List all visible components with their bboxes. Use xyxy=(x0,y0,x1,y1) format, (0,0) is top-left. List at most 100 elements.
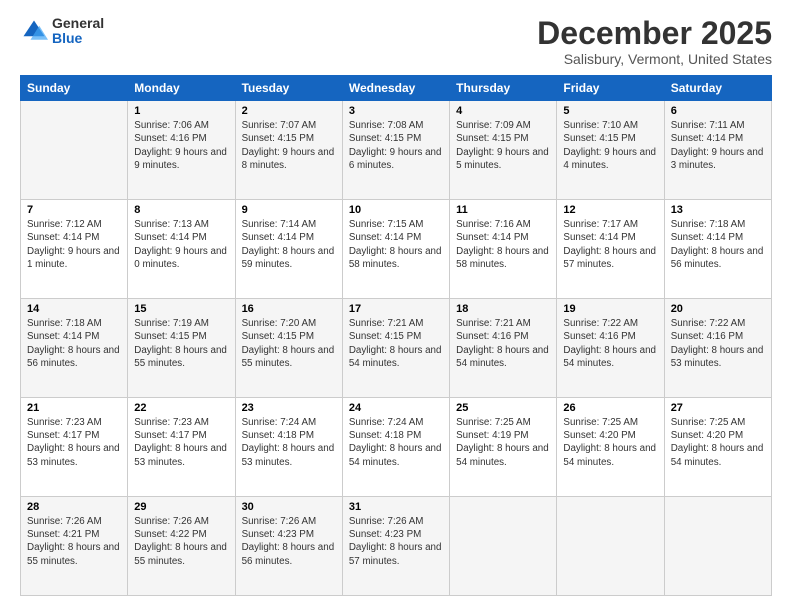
date-number: 20 xyxy=(671,303,765,315)
cell-info: Sunrise: 7:25 AMSunset: 4:20 PMDaylight:… xyxy=(563,416,657,469)
cell-info: Sunrise: 7:26 AMSunset: 4:23 PMDaylight:… xyxy=(349,515,443,568)
day-cell: 6Sunrise: 7:11 AMSunset: 4:14 PMDaylight… xyxy=(664,101,771,200)
header: General Blue December 2025 Salisbury, Ve… xyxy=(20,16,772,67)
date-number: 24 xyxy=(349,402,443,414)
day-cell: 1 Sunrise: 7:06 AMSunset: 4:16 PMDaylight… xyxy=(128,101,235,200)
week-row-4: 28 Sunrise: 7:26 AMSunset: 4:21 PMDayligh… xyxy=(21,497,772,596)
cell-info: Sunrise: 7:24 AMSunset: 4:18 PMDaylight:… xyxy=(349,416,443,469)
cell-info: Sunrise: 7:16 AMSunset: 4:14 PMDaylight:… xyxy=(456,218,550,271)
cell-info: Sunrise: 7:12 AMSunset: 4:14 PMDaylight:… xyxy=(27,218,121,271)
date-number: 23 xyxy=(242,402,336,414)
day-cell: 20 Sunrise: 7:22 AMSunset: 4:16 PMDayligh… xyxy=(664,299,771,398)
cell-info: Sunrise: 7:21 AMSunset: 4:16 PMDaylight:… xyxy=(456,317,550,370)
date-number: 27 xyxy=(671,402,765,414)
cell-info: Sunrise: 7:26 AMSunset: 4:23 PMDaylight:… xyxy=(242,515,336,568)
day-cell: 25Sunrise: 7:25 AMSunset: 4:19 PMDayligh… xyxy=(450,398,557,497)
calendar-table: Sunday Monday Tuesday Wednesday Thursday… xyxy=(20,75,772,596)
col-sunday: Sunday xyxy=(21,76,128,101)
cell-info: Sunrise: 7:07 AMSunset: 4:15 PMDaylight:… xyxy=(242,119,336,172)
date-number: 15 xyxy=(134,303,228,315)
date-number: 16 xyxy=(242,303,336,315)
date-number: 19 xyxy=(563,303,657,315)
day-cell: 18 Sunrise: 7:21 AMSunset: 4:16 PMDayligh… xyxy=(450,299,557,398)
date-number: 4 xyxy=(456,105,550,117)
date-number: 18 xyxy=(456,303,550,315)
day-cell: 22Sunrise: 7:23 AMSunset: 4:17 PMDayligh… xyxy=(128,398,235,497)
day-cell: 7 Sunrise: 7:12 AMSunset: 4:14 PMDaylight… xyxy=(21,200,128,299)
cell-info: Sunrise: 7:13 AMSunset: 4:14 PMDaylight:… xyxy=(134,218,228,271)
cell-info: Sunrise: 7:14 AMSunset: 4:14 PMDaylight:… xyxy=(242,218,336,271)
day-cell: 30 Sunrise: 7:26 AMSunset: 4:23 PMDayligh… xyxy=(235,497,342,596)
date-number: 3 xyxy=(349,105,443,117)
logo-icon xyxy=(20,17,48,45)
col-thursday: Thursday xyxy=(450,76,557,101)
date-number: 14 xyxy=(27,303,121,315)
day-cell: 16 Sunrise: 7:20 AMSunset: 4:15 PMDayligh… xyxy=(235,299,342,398)
logo-general-text: General xyxy=(52,16,104,31)
logo: General Blue xyxy=(20,16,104,47)
cell-info: Sunrise: 7:18 AMSunset: 4:14 PMDaylight:… xyxy=(27,317,121,370)
col-tuesday: Tuesday xyxy=(235,76,342,101)
day-cell xyxy=(21,101,128,200)
day-cell: 15Sunrise: 7:19 AMSunset: 4:15 PMDayligh… xyxy=(128,299,235,398)
main-title: December 2025 xyxy=(537,16,772,51)
day-cell: 10 Sunrise: 7:15 AMSunset: 4:14 PMDayligh… xyxy=(342,200,449,299)
page: General Blue December 2025 Salisbury, Ve… xyxy=(0,0,792,612)
header-row: Sunday Monday Tuesday Wednesday Thursday… xyxy=(21,76,772,101)
week-row-3: 21 Sunrise: 7:23 AMSunset: 4:17 PMDayligh… xyxy=(21,398,772,497)
date-number: 31 xyxy=(349,501,443,513)
day-cell: 12 Sunrise: 7:17 AMSunset: 4:14 PMDayligh… xyxy=(557,200,664,299)
date-number: 10 xyxy=(349,204,443,216)
cell-info: Sunrise: 7:20 AMSunset: 4:15 PMDaylight:… xyxy=(242,317,336,370)
title-block: December 2025 Salisbury, Vermont, United… xyxy=(537,16,772,67)
day-cell: 17Sunrise: 7:21 AMSunset: 4:15 PMDayligh… xyxy=(342,299,449,398)
cell-info: Sunrise: 7:26 AMSunset: 4:21 PMDaylight:… xyxy=(27,515,121,568)
day-cell xyxy=(450,497,557,596)
subtitle: Salisbury, Vermont, United States xyxy=(537,51,772,67)
cell-info: Sunrise: 7:23 AMSunset: 4:17 PMDaylight:… xyxy=(27,416,121,469)
date-number: 26 xyxy=(563,402,657,414)
week-row-1: 7 Sunrise: 7:12 AMSunset: 4:14 PMDaylight… xyxy=(21,200,772,299)
day-cell: 8Sunrise: 7:13 AMSunset: 4:14 PMDaylight… xyxy=(128,200,235,299)
date-number: 11 xyxy=(456,204,550,216)
date-number: 28 xyxy=(27,501,121,513)
date-number: 5 xyxy=(563,105,657,117)
date-number: 13 xyxy=(671,204,765,216)
week-row-0: 1 Sunrise: 7:06 AMSunset: 4:16 PMDaylight… xyxy=(21,101,772,200)
cell-info: Sunrise: 7:22 AMSunset: 4:16 PMDaylight:… xyxy=(563,317,657,370)
day-cell: 31 Sunrise: 7:26 AMSunset: 4:23 PMDayligh… xyxy=(342,497,449,596)
week-row-2: 14 Sunrise: 7:18 AMSunset: 4:14 PMDayligh… xyxy=(21,299,772,398)
day-cell: 5Sunrise: 7:10 AMSunset: 4:15 PMDaylight… xyxy=(557,101,664,200)
date-number: 30 xyxy=(242,501,336,513)
day-cell: 24 Sunrise: 7:24 AMSunset: 4:18 PMDayligh… xyxy=(342,398,449,497)
cell-info: Sunrise: 7:17 AMSunset: 4:14 PMDaylight:… xyxy=(563,218,657,271)
cell-info: Sunrise: 7:09 AMSunset: 4:15 PMDaylight:… xyxy=(456,119,550,172)
cell-info: Sunrise: 7:22 AMSunset: 4:16 PMDaylight:… xyxy=(671,317,765,370)
col-friday: Friday xyxy=(557,76,664,101)
cell-info: Sunrise: 7:08 AMSunset: 4:15 PMDaylight:… xyxy=(349,119,443,172)
day-cell: 9 Sunrise: 7:14 AMSunset: 4:14 PMDaylight… xyxy=(235,200,342,299)
day-cell: 28 Sunrise: 7:26 AMSunset: 4:21 PMDayligh… xyxy=(21,497,128,596)
day-cell: 21 Sunrise: 7:23 AMSunset: 4:17 PMDayligh… xyxy=(21,398,128,497)
cell-info: Sunrise: 7:26 AMSunset: 4:22 PMDaylight:… xyxy=(134,515,228,568)
day-cell: 19 Sunrise: 7:22 AMSunset: 4:16 PMDayligh… xyxy=(557,299,664,398)
day-cell xyxy=(557,497,664,596)
date-number: 9 xyxy=(242,204,336,216)
date-number: 25 xyxy=(456,402,550,414)
cell-info: Sunrise: 7:18 AMSunset: 4:14 PMDaylight:… xyxy=(671,218,765,271)
date-number: 6 xyxy=(671,105,765,117)
day-cell: 4 Sunrise: 7:09 AMSunset: 4:15 PMDaylight… xyxy=(450,101,557,200)
date-number: 7 xyxy=(27,204,121,216)
cell-info: Sunrise: 7:06 AMSunset: 4:16 PMDaylight:… xyxy=(134,119,228,172)
cell-info: Sunrise: 7:23 AMSunset: 4:17 PMDaylight:… xyxy=(134,416,228,469)
day-cell: 29Sunrise: 7:26 AMSunset: 4:22 PMDayligh… xyxy=(128,497,235,596)
date-number: 1 xyxy=(134,105,228,117)
day-cell: 26 Sunrise: 7:25 AMSunset: 4:20 PMDayligh… xyxy=(557,398,664,497)
day-cell: 11 Sunrise: 7:16 AMSunset: 4:14 PMDayligh… xyxy=(450,200,557,299)
cell-info: Sunrise: 7:21 AMSunset: 4:15 PMDaylight:… xyxy=(349,317,443,370)
day-cell: 27Sunrise: 7:25 AMSunset: 4:20 PMDayligh… xyxy=(664,398,771,497)
date-number: 12 xyxy=(563,204,657,216)
day-cell: 14 Sunrise: 7:18 AMSunset: 4:14 PMDayligh… xyxy=(21,299,128,398)
date-number: 21 xyxy=(27,402,121,414)
cell-info: Sunrise: 7:15 AMSunset: 4:14 PMDaylight:… xyxy=(349,218,443,271)
